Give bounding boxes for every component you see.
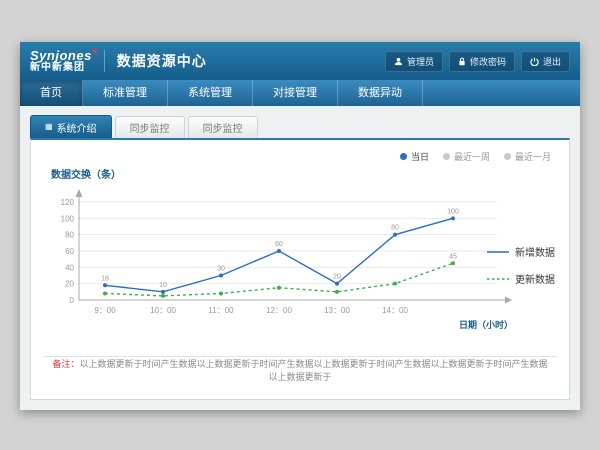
period-dot-icon (400, 153, 407, 160)
svg-text:0: 0 (70, 296, 75, 305)
period-dot-icon (504, 153, 511, 160)
change-password-button-label: 修改密码 (470, 55, 506, 68)
user-icon (394, 57, 403, 66)
svg-text:9：00: 9：00 (94, 306, 116, 315)
footnote: 备注：以上数据更新于时间产生数据以上数据更新于时间产生数据以上数据更新于时间产生… (51, 357, 549, 383)
tab-sync-monitor-1[interactable]: 同步监控 (115, 116, 185, 138)
header: Synjones 新中新集团 数据资源中心 管理员 修改密码 (20, 42, 580, 80)
content-area: ▦ 系统介绍 同步监控 同步监控 当日 最近一周 (20, 106, 580, 400)
dotted-line-icon (487, 275, 509, 283)
period-dot-icon (443, 153, 450, 160)
lock-icon (458, 57, 466, 66)
change-password-button[interactable]: 修改密码 (449, 51, 515, 72)
svg-text:100: 100 (447, 208, 459, 215)
svg-text:30: 30 (217, 266, 225, 273)
chart-panel: 当日 最近一周 最近一月 数据交换（条） 0 20 40 60 80 100 120 9：00… (30, 138, 570, 400)
svg-text:80: 80 (65, 231, 74, 240)
tab-sync-monitor-2[interactable]: 同步监控 (188, 116, 258, 138)
svg-text:14：00: 14：00 (382, 306, 408, 315)
line-chart: 0 20 40 60 80 100 120 9：00 10：00 11：00 12：00 13：00 1… (43, 182, 517, 347)
grid-icon: ▦ (45, 123, 53, 131)
admin-button[interactable]: 管理员 (385, 51, 443, 72)
svg-text:12：00: 12：00 (266, 306, 292, 315)
svg-text:20: 20 (65, 280, 74, 289)
logo-text: Synjones (30, 49, 92, 63)
nav-item-data-change[interactable]: 数据异动 (338, 80, 423, 106)
logout-button-label: 退出 (543, 55, 561, 68)
period-filter-month-label: 最近一月 (515, 150, 551, 163)
page-title: 数据资源中心 (117, 51, 207, 71)
solid-line-icon (487, 248, 509, 256)
logo-accent-dot (93, 49, 97, 53)
legend-new-data-label: 新增数据 (515, 244, 555, 259)
logout-button[interactable]: 退出 (521, 51, 570, 72)
logout-icon (530, 57, 539, 66)
tab-system-intro-label: 系统介绍 (57, 120, 97, 135)
svg-text:100: 100 (61, 214, 75, 223)
legend-item-new-data[interactable]: 新增数据 (487, 244, 555, 259)
period-filter-today[interactable]: 当日 (400, 150, 429, 163)
header-divider (104, 50, 105, 72)
tab-bar: ▦ 系统介绍 同步监控 同步监控 (30, 115, 570, 138)
svg-text:18: 18 (101, 275, 109, 282)
period-filter-week-label: 最近一周 (454, 150, 490, 163)
period-filter-week[interactable]: 最近一周 (443, 150, 490, 163)
tab-sync-monitor-1-label: 同步监控 (130, 120, 170, 135)
period-filter: 当日 最近一周 最近一月 (400, 150, 551, 163)
logo: Synjones 新中新集团 (30, 49, 92, 73)
nav-item-interface-mgmt[interactable]: 对接管理 (253, 80, 338, 106)
header-actions: 管理员 修改密码 退出 (385, 51, 570, 72)
line-chart-svg: 0 20 40 60 80 100 120 9：00 10：00 11：00 12：00 13：00 1… (43, 182, 517, 342)
footnote-prefix: 备注： (52, 359, 79, 369)
svg-text:60: 60 (275, 241, 283, 248)
tab-system-intro[interactable]: ▦ 系统介绍 (30, 115, 112, 138)
nav-item-home[interactable]: 首页 (20, 80, 83, 106)
admin-button-label: 管理员 (407, 55, 434, 68)
svg-text:11：00: 11：00 (208, 306, 234, 315)
svg-text:20: 20 (333, 274, 341, 281)
app-window: Synjones 新中新集团 数据资源中心 管理员 修改密码 (20, 42, 580, 410)
svg-text:120: 120 (61, 198, 75, 207)
legend-update-data-label: 更新数据 (515, 271, 555, 286)
svg-text:60: 60 (65, 247, 74, 256)
svg-text:日期（小时）: 日期（小时） (459, 319, 513, 330)
legend-item-update-data[interactable]: 更新数据 (487, 271, 555, 286)
nav-item-standard-mgmt[interactable]: 标准管理 (83, 80, 168, 106)
footnote-text: 以上数据更新于时间产生数据以上数据更新于时间产生数据以上数据更新于时间产生数据以… (80, 359, 548, 382)
chart-legend: 新增数据 更新数据 (487, 244, 555, 286)
svg-text:80: 80 (391, 225, 399, 232)
nav-item-system-mgmt[interactable]: 系统管理 (168, 80, 253, 106)
main-nav: 首页 标准管理 系统管理 对接管理 数据异动 (20, 80, 580, 106)
svg-text:40: 40 (65, 263, 74, 272)
y-axis-title: 数据交换（条） (51, 166, 121, 181)
logo-subtext: 新中新集团 (30, 63, 92, 74)
period-filter-today-label: 当日 (411, 150, 429, 163)
svg-text:10：00: 10：00 (150, 306, 176, 315)
svg-text:10: 10 (159, 282, 167, 289)
svg-text:13：00: 13：00 (324, 306, 350, 315)
svg-text:45: 45 (449, 253, 457, 260)
period-filter-month[interactable]: 最近一月 (504, 150, 551, 163)
tab-sync-monitor-2-label: 同步监控 (203, 120, 243, 135)
